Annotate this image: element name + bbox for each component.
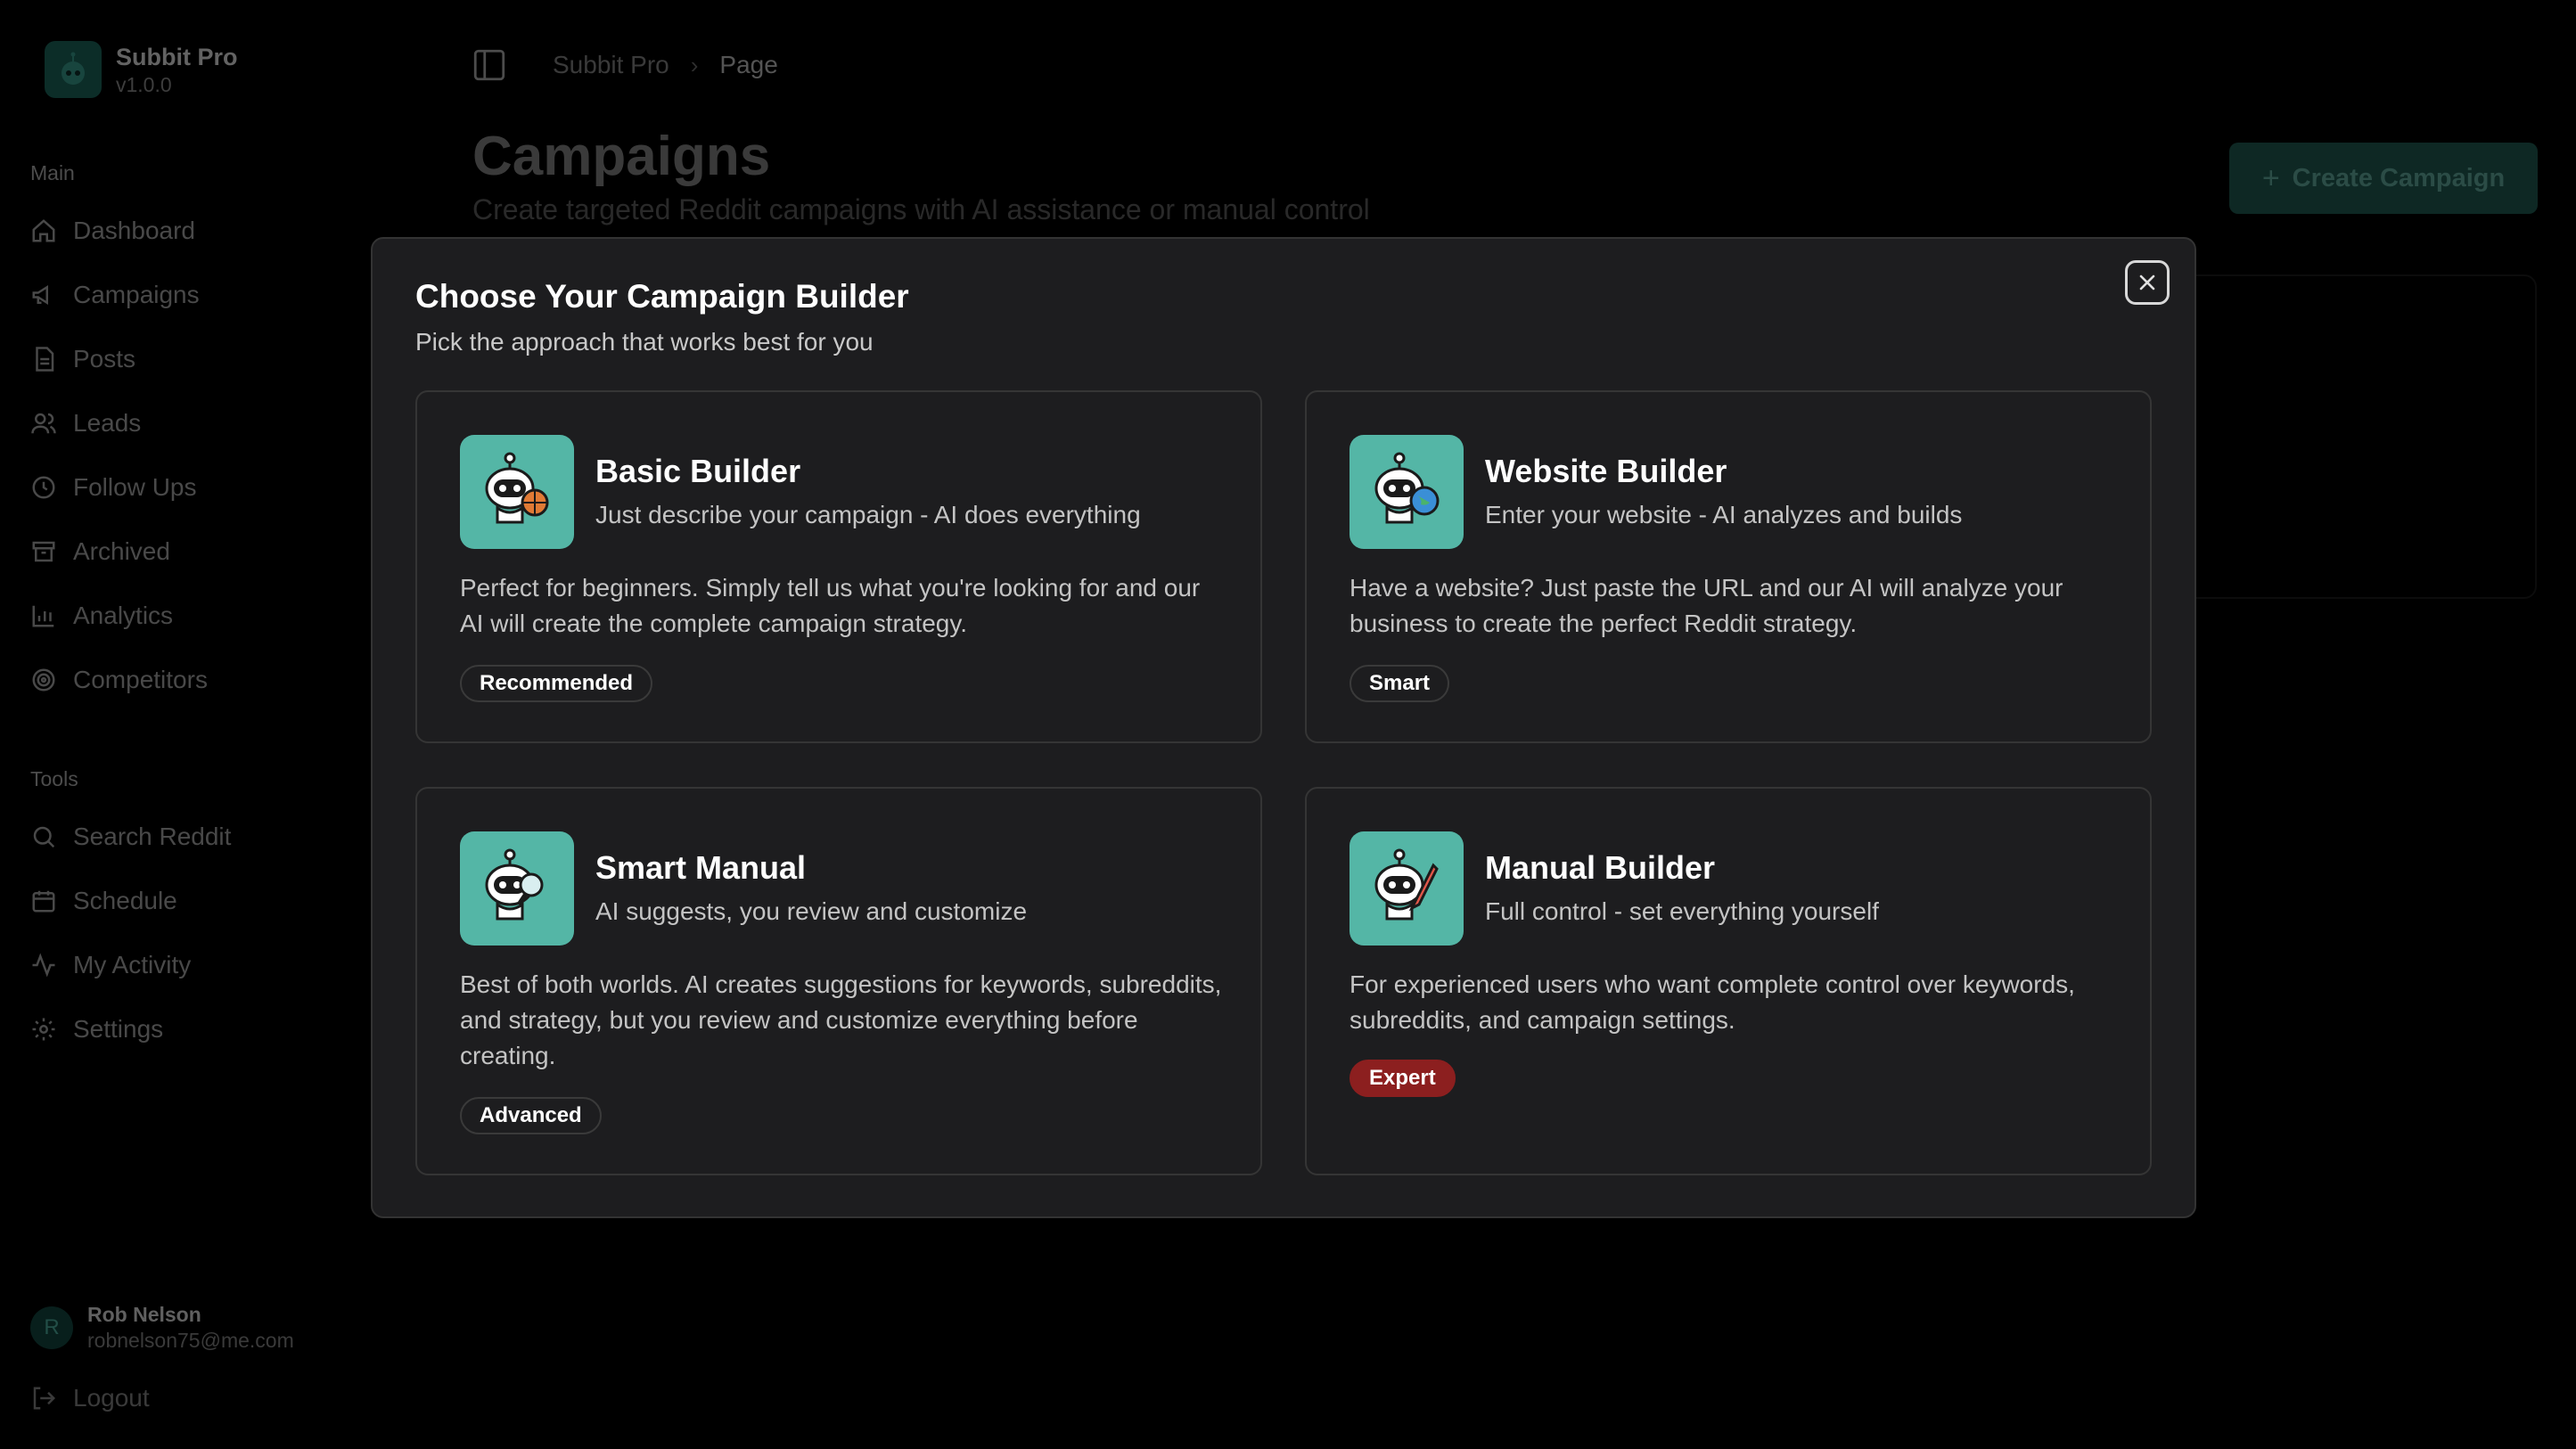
modal-title: Choose Your Campaign Builder — [415, 278, 909, 315]
app-root: Subbit Pro v1.0.0 Main Dashboard Campaig… — [0, 0, 2576, 1449]
card-tagline: Enter your website - AI analyzes and bui… — [1485, 501, 1963, 528]
advanced-badge: Advanced — [460, 1097, 602, 1134]
card-tagline: Full control - set everything yourself — [1485, 897, 1879, 925]
card-description: Perfect for beginners. Simply tell us wh… — [460, 574, 1201, 637]
smart-badge: Smart — [1350, 665, 1450, 702]
card-title: Smart Manual — [595, 849, 807, 886]
website-builder-card[interactable]: Website Builder Enter your website - AI … — [1305, 390, 2152, 743]
robot-magnifier-icon — [460, 831, 574, 946]
card-title: Manual Builder — [1485, 849, 1716, 886]
card-title: Website Builder — [1485, 453, 1727, 489]
card-tagline: AI suggests, you review and customize — [595, 897, 1028, 925]
card-title: Basic Builder — [595, 453, 801, 489]
basic-builder-card[interactable]: Basic Builder Just describe your campaig… — [415, 390, 1262, 743]
card-tagline: Just describe your campaign - AI does ev… — [595, 501, 1141, 528]
smart-manual-card[interactable]: Smart Manual AI suggests, you review and… — [415, 787, 1262, 1175]
card-description: For experienced users who want complete … — [1350, 970, 2075, 1034]
robot-globe-icon — [1350, 435, 1464, 549]
modal-subtitle: Pick the approach that works best for yo… — [415, 328, 874, 356]
close-button[interactable] — [2125, 260, 2170, 305]
expert-badge: Expert — [1350, 1060, 1456, 1097]
campaign-builder-modal: Choose Your Campaign Builder Pick the ap… — [371, 237, 2196, 1218]
recommended-badge: Recommended — [460, 665, 653, 702]
manual-builder-card[interactable]: Manual Builder Full control - set everyt… — [1305, 787, 2152, 1175]
card-description: Best of both worlds. AI creates suggesti… — [460, 970, 1222, 1069]
robot-basketball-icon — [460, 435, 574, 549]
card-description: Have a website? Just paste the URL and o… — [1350, 574, 2063, 637]
close-icon — [2139, 274, 2155, 291]
robot-pencil-icon — [1350, 831, 1464, 946]
